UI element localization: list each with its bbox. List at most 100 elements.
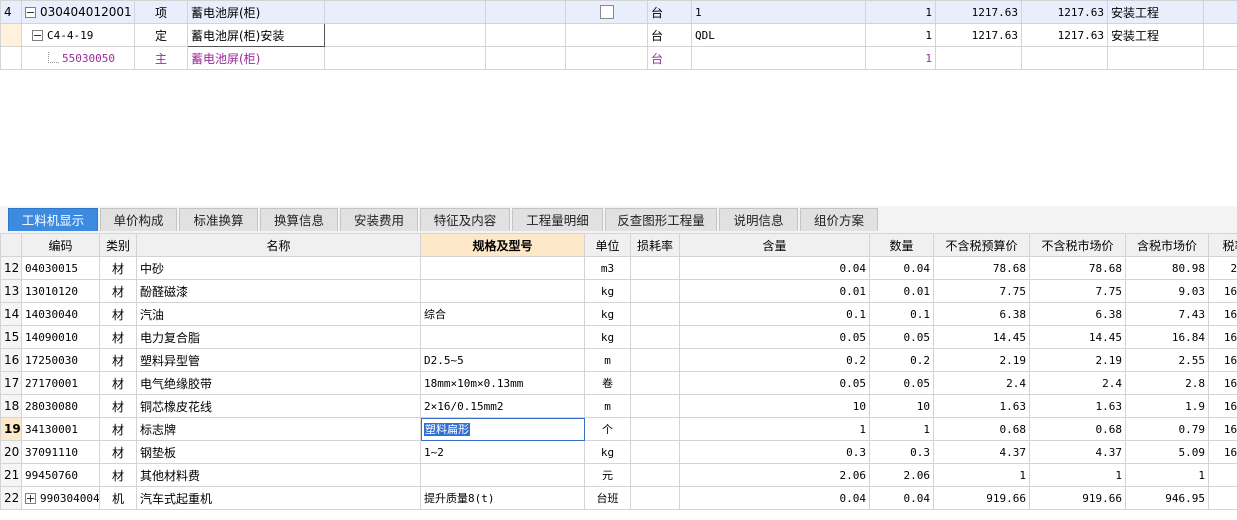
tax-rate-cell[interactable]: 16.52 — [1208, 279, 1237, 303]
checkbox-cell[interactable] — [565, 0, 648, 24]
budget-price-cell[interactable]: 2.19 — [933, 348, 1030, 372]
header-spec[interactable]: 规格及型号 — [420, 233, 585, 257]
spec-cell[interactable]: 塑料扁形 — [420, 417, 585, 441]
top-row-main-material[interactable]: 55030050 主 蓄电池屏(柜) 台 1 — [0, 46, 1237, 70]
code-cell[interactable]: 37091110 — [21, 440, 100, 464]
tax-rate-cell[interactable]: 16.52 — [1208, 302, 1237, 326]
tab-labor-material-machine[interactable]: 工料机显示 — [8, 208, 98, 231]
category-cell[interactable]: 主 — [134, 46, 188, 70]
tab-features-content[interactable]: 特征及内容 — [420, 208, 510, 231]
budget-price-cell[interactable]: 919.66 — [933, 486, 1030, 510]
code-cell[interactable]: 13010120 — [21, 279, 100, 303]
unit-cell[interactable]: 台 — [647, 0, 692, 24]
spec-cell[interactable]: 2×16/0.15mm2 — [420, 394, 585, 418]
quantity-cell[interactable]: 0.05 — [869, 371, 934, 395]
quantity-cell[interactable]: 0.05 — [869, 325, 934, 349]
loss-rate-cell[interactable] — [630, 371, 680, 395]
category-cell[interactable]: 材 — [99, 417, 137, 441]
name-cell[interactable]: 标志牌 — [136, 417, 421, 441]
unit-cell[interactable]: m — [584, 394, 631, 418]
tab-standard-conversion[interactable]: 标准换算 — [179, 208, 258, 231]
category-cell[interactable]: 材 — [99, 348, 137, 372]
content-cell[interactable]: 10 — [679, 394, 870, 418]
spec-cell[interactable] — [420, 325, 585, 349]
code-cell[interactable]: 34130001 — [21, 417, 100, 441]
category-cell[interactable]: 材 — [99, 371, 137, 395]
name-cell[interactable]: 其他材料费 — [136, 463, 421, 487]
market-price-tax-cell[interactable]: 0.79 — [1125, 417, 1209, 441]
total-cell[interactable]: 1217.63 — [1021, 23, 1108, 47]
code-cell[interactable]: 030404012001 — [21, 0, 135, 24]
header-code[interactable]: 编码 — [21, 233, 100, 257]
content-cell[interactable]: 0.2 — [679, 348, 870, 372]
tax-rate-cell[interactable]: 0 — [1208, 463, 1237, 487]
spec-cell[interactable]: 综合 — [420, 302, 585, 326]
market-price-cell[interactable]: 14.45 — [1029, 325, 1126, 349]
market-price-cell[interactable]: 2.4 — [1029, 371, 1126, 395]
category-cell[interactable]: 材 — [99, 325, 137, 349]
unit-cell[interactable]: m3 — [584, 256, 631, 280]
tab-description[interactable]: 说明信息 — [719, 208, 798, 231]
table-row[interactable]: 22 990304004 机汽车式起重机 提升质量8(t) 台班 0.04 0.04 919.… — [0, 486, 1237, 510]
market-price-cell[interactable]: 2.19 — [1029, 348, 1126, 372]
loss-rate-cell[interactable] — [630, 417, 680, 441]
blank-cell[interactable] — [565, 46, 648, 70]
tax-rate-cell[interactable]: 16.52 — [1208, 417, 1237, 441]
tax-rate-cell[interactable]: 16.52 — [1208, 325, 1237, 349]
market-price-tax-cell[interactable]: 1.9 — [1125, 394, 1209, 418]
spec-cell[interactable] — [420, 463, 585, 487]
blank-cell[interactable] — [485, 23, 566, 47]
tax-rate-cell[interactable] — [1208, 486, 1237, 510]
expr-cell[interactable] — [691, 46, 866, 70]
code-cell[interactable]: 14090010 — [21, 325, 100, 349]
qty-cell[interactable]: 1 — [865, 0, 936, 24]
table-row[interactable]: 1204030015材中砂m30.040.0478.6878.6880.982.… — [0, 256, 1237, 280]
collapse-icon[interactable] — [32, 30, 43, 41]
spec-cell[interactable]: 提升质量8(t) — [420, 486, 585, 510]
market-price-tax-cell[interactable]: 80.98 — [1125, 256, 1209, 280]
loss-rate-cell[interactable] — [630, 256, 680, 280]
market-price-cell[interactable]: 919.66 — [1029, 486, 1126, 510]
unit-cell[interactable]: kg — [584, 325, 631, 349]
content-cell[interactable]: 0.1 — [679, 302, 870, 326]
content-cell[interactable]: 0.05 — [679, 325, 870, 349]
table-row[interactable]: 1934130001材标志牌塑料扁形个110.680.680.7916.52 — [0, 417, 1237, 441]
category-cell[interactable]: 定 — [134, 23, 188, 47]
category-cell[interactable]: 材 — [99, 394, 137, 418]
name-cell[interactable]: 蓄电池屏(柜) — [187, 46, 325, 70]
table-row[interactable]: 1414030040材汽油综合kg0.10.16.386.387.4316.52 — [0, 302, 1237, 326]
top-row-quota[interactable]: C4-4-19 定 蓄电池屏(柜)安装 台 QDL 1 1217.63 1217… — [0, 23, 1237, 47]
blank-cell[interactable] — [1203, 46, 1237, 70]
header-budget-price-ex-tax[interactable]: 不含税预算价 — [933, 233, 1030, 257]
market-price-cell[interactable]: 0.68 — [1029, 417, 1126, 441]
loss-rate-cell[interactable] — [630, 486, 680, 510]
table-row[interactable]: 2199450760材其他材料费元2.062.061110 — [0, 463, 1237, 487]
quantity-cell[interactable]: 2.06 — [869, 463, 934, 487]
specialty-cell[interactable]: 安装工程 — [1107, 23, 1204, 47]
spec-cell[interactable]: 18mm×10m×0.13mm — [420, 371, 585, 395]
quantity-cell[interactable]: 0.2 — [869, 348, 934, 372]
market-price-tax-cell[interactable]: 9.03 — [1125, 279, 1209, 303]
content-cell[interactable]: 0.04 — [679, 486, 870, 510]
unit-cell[interactable]: 台 — [647, 46, 692, 70]
content-cell[interactable]: 0.04 — [679, 256, 870, 280]
tax-rate-cell[interactable]: 16.52 — [1208, 348, 1237, 372]
table-row[interactable]: 2037091110材钢垫板1~2kg0.30.34.374.375.0916.… — [0, 440, 1237, 464]
tax-rate-cell[interactable]: 16.52 — [1208, 394, 1237, 418]
content-cell[interactable]: 0.3 — [679, 440, 870, 464]
top-row-item[interactable]: 4 030404012001 项 蓄电池屏(柜) 台 1 1 1217.63 1… — [0, 0, 1237, 24]
code-cell[interactable]: 990304004 — [21, 486, 100, 510]
name-cell[interactable]: 汽车式起重机 — [136, 486, 421, 510]
collapse-icon[interactable] — [25, 7, 36, 18]
budget-price-cell[interactable]: 1.63 — [933, 394, 1030, 418]
table-row[interactable]: 15 14090010 材电力复合脂 kg 0.05 0.05 14.45 14.45 16.8… — [0, 325, 1237, 349]
market-price-tax-cell[interactable]: 2.8 — [1125, 371, 1209, 395]
category-cell[interactable]: 机 — [99, 486, 137, 510]
market-price-tax-cell[interactable]: 946.95 — [1125, 486, 1209, 510]
tab-conversion-info[interactable]: 换算信息 — [260, 208, 338, 231]
category-cell[interactable]: 材 — [99, 440, 137, 464]
quantity-cell[interactable]: 0.04 — [869, 256, 934, 280]
price-cell[interactable]: 1217.63 — [935, 0, 1022, 24]
loss-rate-cell[interactable] — [630, 302, 680, 326]
name-cell[interactable]: 电力复合脂 — [136, 325, 421, 349]
